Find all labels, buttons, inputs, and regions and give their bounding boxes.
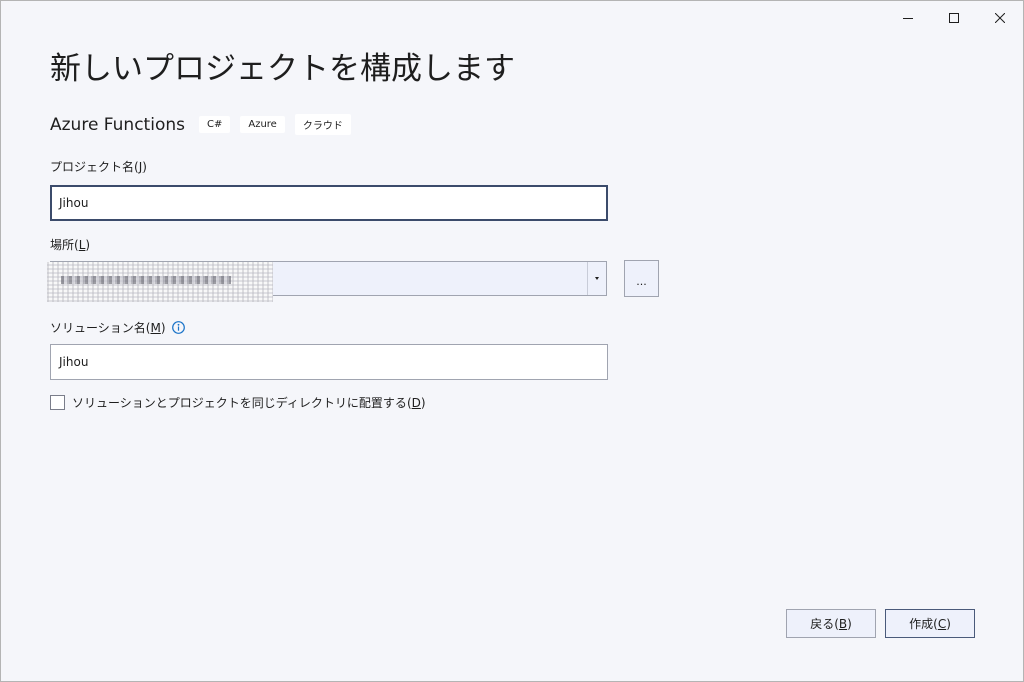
tag-csharp: C# xyxy=(198,116,231,133)
solution-name-value: Jihou xyxy=(59,355,89,369)
solution-name-input[interactable]: Jihou xyxy=(50,344,608,380)
chevron-down-icon[interactable] xyxy=(592,276,602,282)
create-button[interactable]: 作成(C) xyxy=(885,609,975,638)
close-button[interactable] xyxy=(977,1,1023,35)
location-value-redacted xyxy=(47,262,273,302)
template-name: Azure Functions xyxy=(50,114,185,135)
tag-azure: Azure xyxy=(240,116,285,133)
maximize-icon xyxy=(949,13,959,23)
close-icon xyxy=(995,13,1005,23)
project-name-label: プロジェクト名(J) xyxy=(50,160,147,174)
combo-divider xyxy=(587,262,588,295)
same-directory-checkbox[interactable] xyxy=(50,395,65,410)
same-directory-option[interactable]: ソリューションとプロジェクトを同じディレクトリに配置する(D) xyxy=(50,394,426,411)
window-controls xyxy=(885,1,1023,35)
location-combobox[interactable] xyxy=(47,261,607,302)
solution-name-label: ソリューション名(M) xyxy=(50,319,185,336)
template-info: Azure Functions C# Azure クラウド xyxy=(50,114,361,135)
dialog-window: 新しいプロジェクトを構成します Azure Functions C# Azure… xyxy=(0,0,1024,682)
maximize-button[interactable] xyxy=(931,1,977,35)
back-button[interactable]: 戻る(B) xyxy=(786,609,876,638)
project-name-input[interactable]: Jihou xyxy=(50,185,608,221)
minimize-button[interactable] xyxy=(885,1,931,35)
page-title: 新しいプロジェクトを構成します xyxy=(50,51,515,87)
same-directory-label[interactable]: ソリューションとプロジェクトを同じディレクトリに配置する(D) xyxy=(72,394,426,411)
minimize-icon xyxy=(903,18,913,19)
location-label: 場所(L) xyxy=(50,238,91,252)
tag-cloud: クラウド xyxy=(294,114,351,135)
info-icon[interactable] xyxy=(171,321,185,334)
project-name-value: Jihou xyxy=(59,196,89,210)
browse-button[interactable]: ... xyxy=(624,260,659,297)
